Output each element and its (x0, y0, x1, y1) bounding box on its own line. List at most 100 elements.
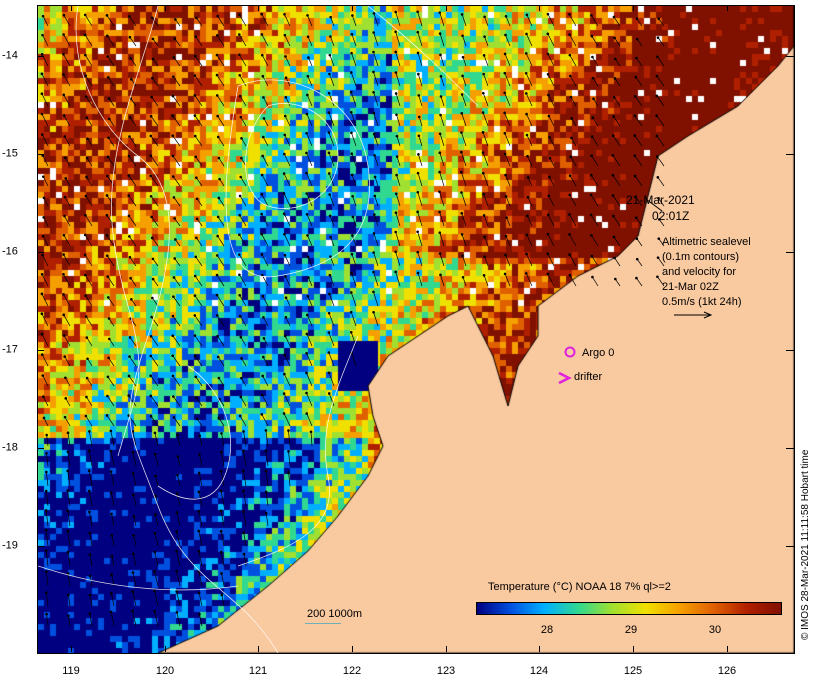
velocity-arrow-head (417, 134, 421, 138)
velocity-arrow (373, 133, 379, 147)
velocity-arrow (132, 611, 137, 627)
velocity-arrow-head (194, 35, 198, 39)
velocity-arrow-head (84, 273, 87, 277)
velocity-arrow-head (633, 174, 637, 178)
velocity-arrow-head (83, 233, 87, 237)
velocity-arrow (569, 254, 577, 267)
velocity-arrow (46, 592, 49, 607)
velocity-arrow (527, 197, 533, 207)
velocity-arrow (129, 236, 137, 247)
velocity-arrow (41, 274, 49, 287)
velocity-arrow (194, 355, 203, 367)
velocity-arrow (177, 456, 181, 467)
map-area[interactable]: Argo 0 drifter (37, 5, 795, 654)
velocity-arrow-head (106, 174, 109, 178)
velocity-arrow (239, 14, 247, 27)
velocity-arrow-head (128, 355, 131, 358)
velocity-arrow (198, 472, 203, 487)
velocity-arrow-head (546, 72, 550, 76)
velocity-arrow (194, 335, 203, 347)
velocity-arrow (569, 34, 577, 47)
tick-mark (37, 56, 44, 57)
velocity-arrow (152, 258, 159, 267)
velocity-arrow (352, 216, 357, 227)
velocity-arrow-head (589, 193, 593, 197)
velocity-arrow-head (282, 192, 286, 195)
velocity-arrow-head (568, 273, 572, 277)
velocity-arrow-head (42, 416, 46, 420)
velocity-arrow-head (416, 51, 420, 55)
velocity-arrow-head (260, 232, 263, 236)
velocity-arrow (525, 73, 533, 87)
velocity-arrow (155, 475, 159, 487)
velocity-arrow-head (198, 434, 202, 438)
velocity-arrow-head (525, 112, 528, 116)
velocity-arrow-head (395, 113, 398, 116)
velocity-arrow (569, 214, 577, 227)
tick-mark (727, 5, 728, 11)
velocity-arrow-head (238, 94, 242, 98)
velocity-arrow (110, 430, 115, 447)
velocity-arrow-head (481, 151, 485, 154)
velocity-arrow-head (284, 95, 288, 99)
velocity-arrow (67, 490, 71, 507)
velocity-arrow-head (88, 430, 91, 433)
velocity-arrow (86, 377, 93, 387)
velocity-arrow (88, 491, 93, 507)
velocity-arrow (306, 133, 313, 147)
velocity-arrow (373, 71, 379, 87)
velocity-arrow-head (306, 74, 310, 78)
velocity-arrow-head (175, 590, 178, 593)
velocity-arrow-head (460, 150, 463, 154)
velocity-arrow (220, 452, 225, 467)
velocity-arrow (152, 77, 159, 87)
velocity-arrow-head (590, 254, 594, 258)
velocity-arrow (395, 93, 401, 107)
velocity-arrow-head (351, 234, 354, 237)
velocity-arrow (240, 176, 247, 187)
velocity-arrow-head (40, 312, 44, 316)
velocity-arrow-head (173, 257, 176, 260)
velocity-arrow (373, 13, 379, 27)
velocity-arrow (284, 234, 291, 247)
velocity-arrow-head (306, 14, 309, 17)
velocity-arrow (634, 135, 643, 147)
velocity-arrow (85, 75, 93, 87)
velocity-arrow (307, 15, 313, 27)
depth-scale-bar (305, 623, 341, 624)
velocity-arrow-head (88, 531, 91, 535)
velocity-arrow (63, 335, 71, 347)
velocity-arrow (133, 516, 137, 527)
velocity-arrow-head (461, 55, 465, 59)
velocity-arrow-head (218, 177, 221, 181)
velocity-arrow-head (132, 493, 135, 497)
velocity-arrow (128, 175, 137, 187)
velocity-arrow (89, 554, 93, 567)
velocity-arrow-head (150, 95, 153, 99)
velocity-arrow (65, 377, 71, 387)
velocity-arrow (570, 75, 577, 87)
velocity-arrow (261, 13, 269, 27)
velocity-arrow (67, 510, 71, 527)
velocity-arrow-head (611, 174, 615, 177)
velocity-arrow (263, 97, 269, 107)
velocity-arrow-head (264, 449, 268, 452)
velocity-arrow (308, 57, 313, 67)
velocity-arrow (484, 256, 489, 267)
velocity-arrow (569, 14, 577, 27)
velocity-arrow (88, 431, 93, 447)
velocity-arrow (216, 315, 225, 327)
velocity-arrow-head (45, 452, 48, 455)
velocity-arrow (241, 358, 247, 367)
velocity-arrow (111, 513, 115, 527)
velocity-arrow-head (42, 395, 45, 398)
velocity-arrow (108, 357, 115, 367)
velocity-arrow-head (526, 195, 530, 199)
velocity-arrow (150, 135, 159, 147)
velocity-arrow-head (62, 114, 66, 117)
lon-label: 121 (248, 665, 268, 677)
velocity-arrow (288, 430, 291, 447)
velocity-arrow (656, 115, 665, 127)
velocity-arrow-head (40, 353, 44, 356)
velocity-arrow (129, 16, 137, 27)
